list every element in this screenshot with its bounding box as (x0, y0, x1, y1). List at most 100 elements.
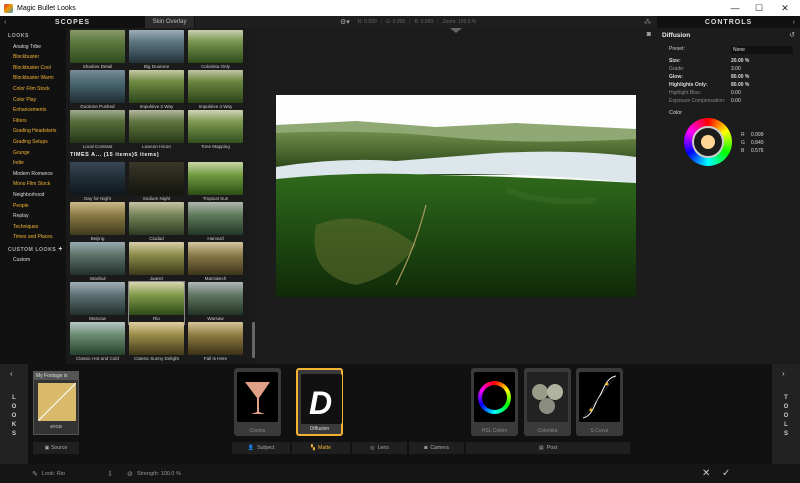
highlights-only-row[interactable]: Highlights Only: 80.00 % (669, 82, 794, 88)
category-camera[interactable]: ◙ Camera (409, 442, 464, 454)
look-thumbnail[interactable]: Harvard (188, 202, 243, 244)
save-look-icon[interactable]: ⇩ (107, 470, 113, 478)
tool-colorista[interactable]: Colorista (524, 368, 571, 436)
looks-item[interactable]: Filters (0, 116, 66, 127)
category-subject[interactable]: 👤 Subject (232, 442, 290, 454)
category-post[interactable]: ▤ Post (466, 442, 630, 454)
look-thumbnail[interactable]: Moscow (70, 282, 125, 324)
looks-drawer-toggle[interactable]: ‹ LOOKS (0, 364, 28, 464)
preset-dropdown[interactable]: None (731, 46, 793, 54)
maximize-button[interactable]: ☐ (746, 0, 772, 16)
controls-panel: Diffusion ↺ Preset: None Size: 20.00 % Gra… (657, 28, 800, 364)
node-graph-icon[interactable]: ⁂ (644, 18, 651, 26)
look-thumbnail[interactable]: Shadow Detail (70, 30, 125, 72)
looks-item[interactable]: Blockbuster Warm (0, 73, 66, 84)
reset-icon[interactable]: ↺ (789, 31, 795, 39)
look-thumbnail[interactable]: Big Duotone (129, 30, 184, 72)
title-bar: Magic Bullet Looks — ☐ ✕ (0, 0, 800, 16)
category-matte[interactable]: ▚ Matte (292, 442, 350, 454)
look-thumbnail[interactable]: Warsaw (188, 282, 243, 324)
scopes-header[interactable]: ‹ SCOPES (0, 16, 145, 28)
look-thumbnail-selected[interactable]: Rio (128, 281, 185, 325)
camera-icon[interactable]: ◙ (647, 31, 651, 38)
looks-item[interactable]: Grunge (0, 148, 66, 159)
looks-item[interactable]: Analog Tribe (0, 42, 66, 53)
look-thumbnail[interactable]: Tone Mapping (188, 110, 243, 152)
tool-diffusion[interactable]: D Diffusion (296, 368, 343, 436)
looks-item[interactable]: People (0, 201, 66, 212)
tool-hsl-colors[interactable]: HSL Colors (471, 368, 518, 436)
source-tool[interactable]: My Footage is sRGB (33, 371, 79, 435)
look-thumbnail[interactable]: Juarez (129, 242, 184, 284)
look-thumbnail[interactable]: Local Contrast (70, 110, 125, 152)
look-thumbnail[interactable]: Colorista Only (188, 30, 243, 72)
look-thumbnail[interactable]: Fall is Here (188, 322, 243, 364)
looks-item[interactable]: Modern Romance (0, 169, 66, 180)
custom-look-item[interactable]: Custom (0, 255, 66, 266)
tool-s-curve[interactable]: S Curve (576, 368, 623, 436)
looks-item[interactable]: Replay (0, 211, 66, 222)
glow-row[interactable]: Glow: 80.00 % (669, 74, 794, 80)
custom-looks-title: CUSTOM LOOKS (8, 246, 57, 253)
look-thumbnail[interactable]: Duotone Pushed (70, 70, 125, 112)
confirm-icon[interactable]: ✓ (722, 468, 730, 479)
group-header[interactable]: TIMES A... (15 items)5 items) (70, 152, 159, 158)
category-lens[interactable]: ◎ Lens (352, 442, 407, 454)
preview-image (276, 95, 636, 297)
window-title: Magic Bullet Looks (17, 4, 76, 12)
tab-skin-overlay[interactable]: Skin Overlay (145, 16, 195, 28)
add-icon[interactable]: + (58, 246, 63, 253)
looks-item[interactable]: Times and Places (0, 232, 66, 243)
looks-item[interactable]: Blockbuster Cool (0, 63, 66, 74)
look-thumbnail[interactable]: Ciudad (129, 202, 184, 244)
chevron-right-icon[interactable]: › (782, 369, 785, 378)
looks-item[interactable]: Mono Film Stock (0, 179, 66, 190)
looks-item[interactable]: Blockbuster (0, 52, 66, 63)
cancel-icon[interactable]: ✕ (702, 468, 710, 479)
current-look: Look: Rio (41, 470, 66, 477)
look-thumbnail[interactable]: Day for Night (70, 162, 125, 204)
grade-row[interactable]: Grade: 3.00 (669, 66, 794, 72)
matte-icon: ▚ (311, 445, 315, 451)
looks-item[interactable]: Grading Headstarts (0, 126, 66, 137)
look-thumbnail[interactable]: Impulsive 4 Way (188, 70, 243, 112)
status-bar: ✎ Look: Rio ⇩ ⊘ Strength: 100.0 % ✕ ✓ (0, 464, 800, 483)
source-category[interactable]: ▣ Source (33, 442, 79, 454)
color-wheel[interactable] (684, 118, 732, 166)
looks-vertical-label: LOOKS (11, 395, 17, 437)
chevron-right-icon[interactable]: › (793, 19, 795, 26)
exposure-compensation-row[interactable]: Exposure Compensation: 0.00 (669, 98, 794, 104)
chevron-down-icon[interactable] (450, 28, 462, 33)
chevron-left-icon[interactable]: ‹ (10, 369, 13, 378)
look-thumbnail[interactable]: Beijing (70, 202, 125, 244)
tool-cosmo[interactable]: Cosmo (234, 368, 281, 436)
tools-drawer-toggle[interactable]: › TOOLS (772, 364, 800, 464)
chevron-left-icon[interactable]: ‹ (4, 19, 6, 26)
gear-icon[interactable]: ⚙▾ (340, 18, 350, 26)
highlight-bias-row[interactable]: Highlight Bias: 0.00 (669, 90, 794, 96)
looks-item[interactable]: Color Play (0, 95, 66, 106)
looks-item[interactable]: Color Film Stock (0, 84, 66, 95)
look-thumbnail[interactable]: Classic Sunny Delight (129, 322, 184, 364)
look-thumbnail[interactable]: Classic Hot and Cold (70, 322, 125, 364)
color-b: B 0.576 (741, 148, 764, 154)
viewer-toolbar: ⚙▾ R: 0.000 | G: 0.000 | B: 0.000 | Zoom… (195, 16, 657, 28)
controls-header[interactable]: CONTROLS › (657, 16, 800, 28)
look-thumbnail[interactable]: Sodium Night (129, 162, 184, 204)
looks-item[interactable]: Grading Setups (0, 137, 66, 148)
looks-item[interactable]: Neighborhood (0, 190, 66, 201)
look-thumbnail[interactable]: Marrakech (188, 242, 243, 284)
strength-value[interactable]: Strength: 100.0 % (137, 471, 181, 477)
looks-item[interactable]: Indie (0, 158, 66, 169)
close-button[interactable]: ✕ (772, 0, 798, 16)
size-row[interactable]: Size: 20.00 % (669, 58, 794, 64)
look-thumbnail[interactable]: Istanbul (70, 242, 125, 284)
look-thumbnail[interactable]: Tropical Sun (188, 162, 243, 204)
looks-item[interactable]: Enhancements (0, 105, 66, 116)
thumbnail-scrollbar[interactable] (252, 322, 255, 358)
source-gamma-graph (38, 383, 76, 421)
look-thumbnail[interactable]: Impulsive 3 Way (129, 70, 184, 112)
minimize-button[interactable]: — (722, 0, 748, 16)
look-thumbnail[interactable]: Lowcon Hicon (129, 110, 184, 152)
looks-item[interactable]: Techniques (0, 222, 66, 233)
